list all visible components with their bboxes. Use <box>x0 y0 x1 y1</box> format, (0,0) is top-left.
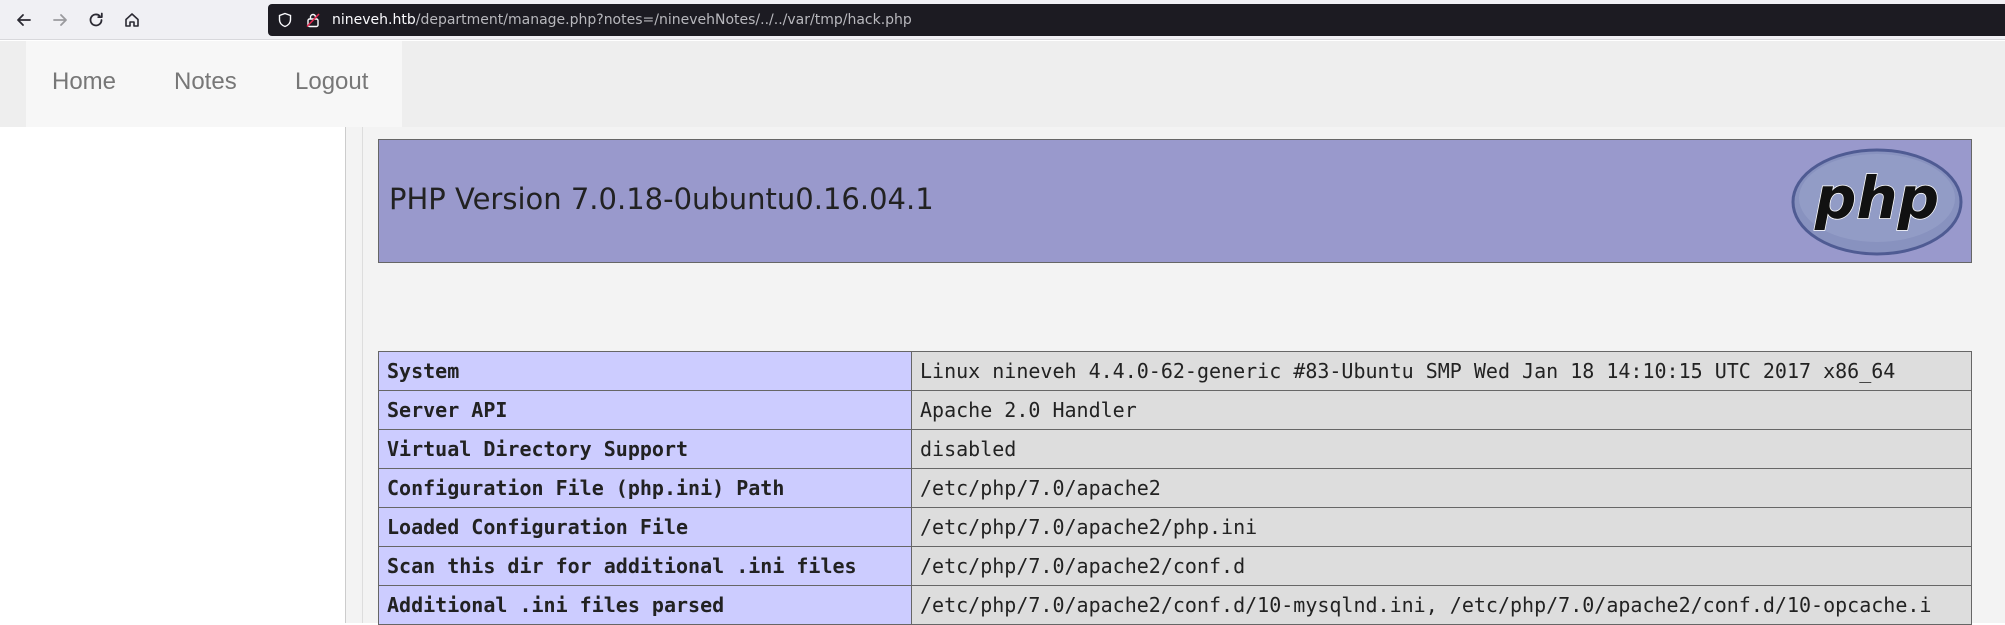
reload-button[interactable] <box>82 6 110 34</box>
row-value: /etc/php/7.0/apache2/conf.d <box>911 546 1972 586</box>
address-bar[interactable]: nineveh.htb/department/manage.php?notes=… <box>268 4 2005 36</box>
row-value: /etc/php/7.0/apache2/php.ini <box>911 507 1972 547</box>
row-key: Additional .ini files parsed <box>378 585 912 625</box>
nav-logout-link[interactable]: Logout <box>295 68 368 96</box>
php-version-title: PHP Version 7.0.18-0ubuntu0.16.04.1 <box>389 182 934 216</box>
row-key: Server API <box>378 390 912 430</box>
table-row: Additional .ini files parsed /etc/php/7.… <box>378 585 1972 625</box>
home-button[interactable] <box>118 6 146 34</box>
nav-links: Home Notes Logout <box>26 41 402 127</box>
table-row: Configuration File (php.ini) Path /etc/p… <box>378 468 1972 508</box>
table-row: Virtual Directory Support disabled <box>378 429 1972 469</box>
row-value: Linux nineveh 4.4.0-62-generic #83-Ubunt… <box>911 351 1972 391</box>
row-key: Scan this dir for additional .ini files <box>378 546 912 586</box>
arrow-right-icon <box>53 14 67 26</box>
arrow-left-icon <box>17 14 31 26</box>
browser-toolbar: nineveh.htb/department/manage.php?notes=… <box>0 0 2005 40</box>
shield-icon[interactable] <box>276 11 294 29</box>
phpinfo-header: PHP Version 7.0.18-0ubuntu0.16.04.1 php <box>378 139 1972 263</box>
table-row: Server API Apache 2.0 Handler <box>378 390 1972 430</box>
nav-notes-link[interactable]: Notes <box>174 68 237 96</box>
row-value: /etc/php/7.0/apache2/conf.d/10-mysqlnd.i… <box>911 585 1972 625</box>
left-panel <box>0 127 345 623</box>
row-key: Loaded Configuration File <box>378 507 912 547</box>
row-key: System <box>378 351 912 391</box>
table-row: Scan this dir for additional .ini files … <box>378 546 1972 586</box>
phpinfo-table: System Linux nineveh 4.4.0-62-generic #8… <box>378 351 1972 625</box>
php-logo: php <box>1791 148 1963 256</box>
content-border <box>362 127 363 623</box>
row-value: /etc/php/7.0/apache2 <box>911 468 1972 508</box>
url-host: nineveh.htb <box>332 12 416 28</box>
url-text[interactable]: nineveh.htb/department/manage.php?notes=… <box>332 12 912 28</box>
url-path: /department/manage.php?notes=/ninevehNot… <box>415 12 912 28</box>
back-button[interactable] <box>10 6 38 34</box>
row-key: Configuration File (php.ini) Path <box>378 468 912 508</box>
home-icon <box>125 13 139 27</box>
table-row: Loaded Configuration File /etc/php/7.0/a… <box>378 507 1972 547</box>
reload-icon <box>89 12 103 27</box>
row-key: Virtual Directory Support <box>378 429 912 469</box>
forward-button[interactable] <box>46 6 74 34</box>
top-navbar: Home Notes Logout <box>0 41 2005 127</box>
insecure-lock-icon[interactable] <box>304 11 322 29</box>
row-value: disabled <box>911 429 1972 469</box>
nav-home-link[interactable]: Home <box>52 68 116 96</box>
page: Home Notes Logout PHP Version 7.0.18-0ub… <box>0 41 2005 625</box>
table-row: System Linux nineveh 4.4.0-62-generic #8… <box>378 351 1972 391</box>
row-value: Apache 2.0 Handler <box>911 390 1972 430</box>
php-logo-text: php <box>1814 164 1939 232</box>
